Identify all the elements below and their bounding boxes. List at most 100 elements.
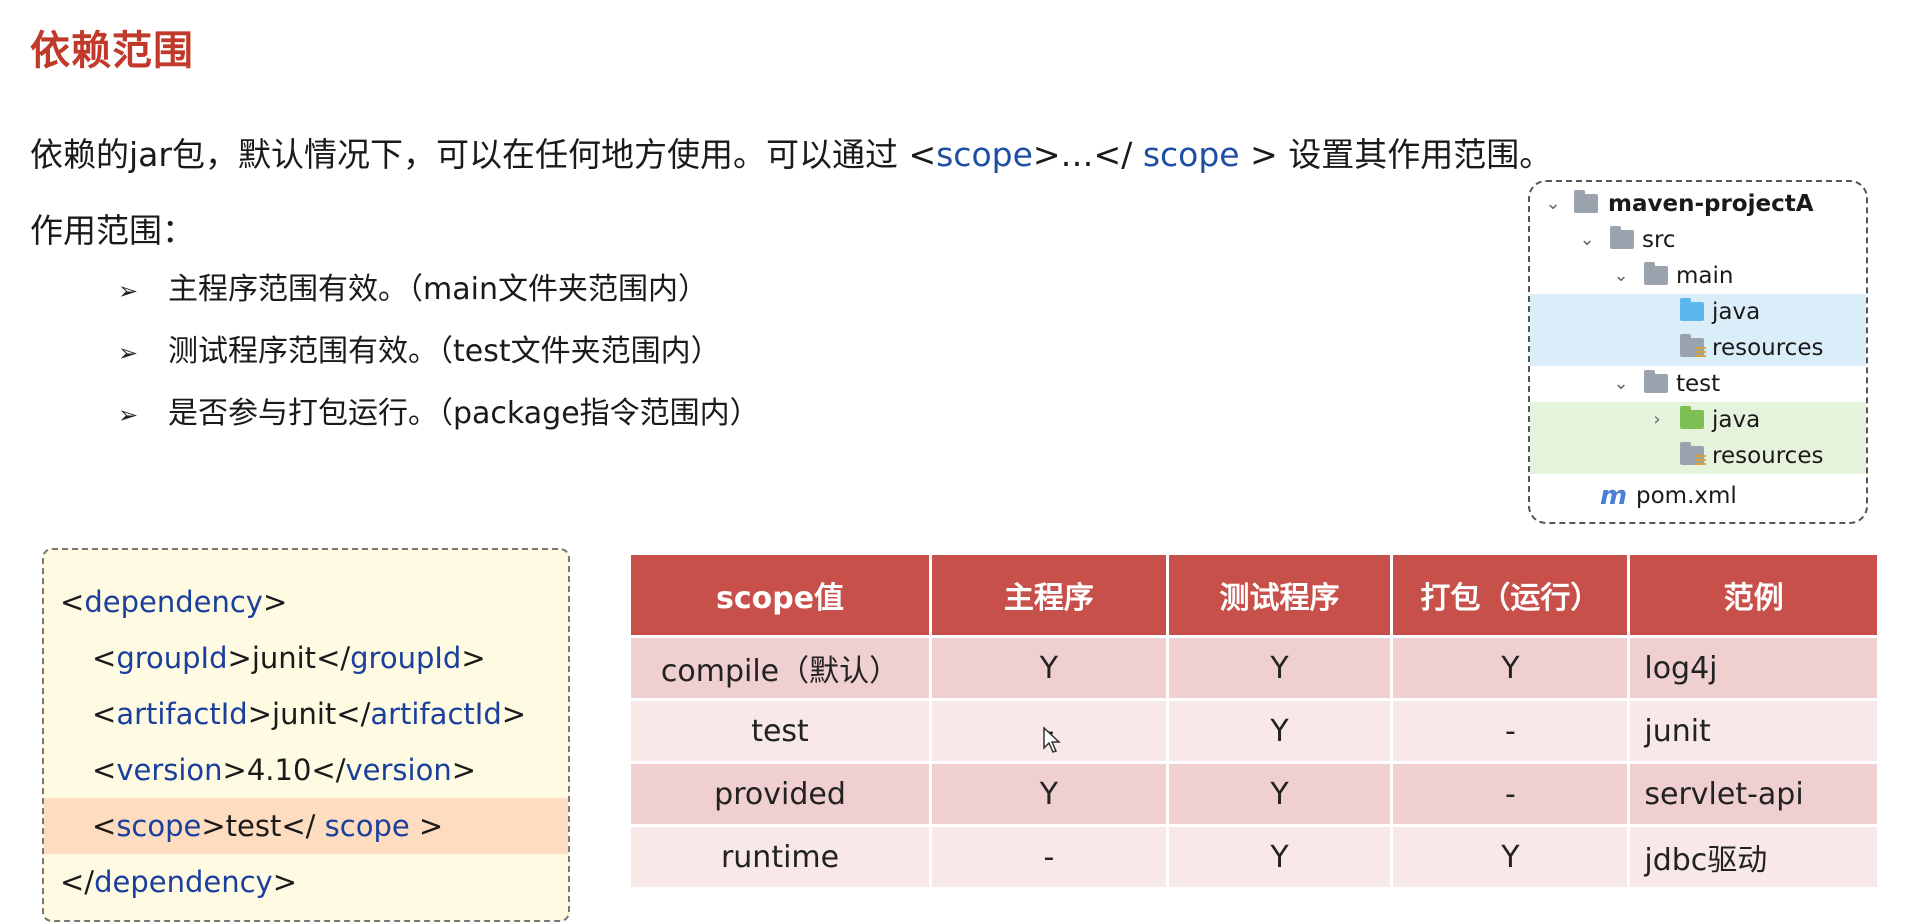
table-cell: Y [932,764,1166,824]
xml-tag: groupId [116,641,228,675]
scope-table: scope值 主程序 测试程序 打包（运行） 范例 compile（默认） Y … [628,552,1880,890]
mouse-cursor-icon [1043,726,1061,753]
intro-scope-keyword: scope [936,135,1033,174]
xml-tag: scope [324,809,410,843]
maven-icon: m [1600,481,1628,511]
table-cell: Y [1168,764,1391,824]
code-line: <groupId>junit</groupId> [92,641,486,675]
xml-value: 4.10 [246,753,312,787]
code-line: <artifactId>junit</artifactId> [92,697,527,731]
tree-label: maven-projectA [1608,191,1814,217]
bullet-text: 主程序范围有效。（main文件夹范围内） [168,272,708,307]
code-line: </dependency> [60,865,298,899]
tree-item-pom[interactable]: m pom.xml [1530,478,1866,514]
xml-tag: artifactId [116,697,248,731]
code-line: <version>4.10</version> [92,753,477,787]
xml-tag: scope [116,809,202,843]
xml-value: junit [251,641,317,675]
project-folder-icon [1574,190,1598,213]
table-cell: Y [1393,827,1628,887]
tree-label: test [1676,371,1721,397]
tree-label: pom.xml [1636,483,1737,509]
intro-suffix: > 设置其作用范围。 [1239,135,1553,174]
tree-item-test[interactable]: ⌄ test [1530,366,1866,402]
intro-prefix: 依赖的jar包，默认情况下，可以在任何地方使用。可以通过 < [30,135,937,174]
table-row: provided Y Y - servlet-api [631,764,1877,824]
bullet-item: ➢ 测试程序范围有效。（test文件夹范围内） [118,332,760,394]
table-row: runtime - Y Y jdbc驱动 [631,827,1877,887]
scope-bullet-list: ➢ 主程序范围有效。（main文件夹范围内） ➢ 测试程序范围有效。（test文件夹… [118,270,760,456]
table-cell: Y [1393,638,1628,698]
source-folder-icon [1680,298,1704,321]
table-row: test - Y - junit [631,701,1877,761]
xml-value: junit [272,697,337,731]
tree-label: java [1712,407,1761,433]
tree-label: main [1676,263,1734,289]
xml-tag: dependency [94,865,273,899]
table-cell: provided [631,764,930,824]
bullet-item: ➢ 主程序范围有效。（main文件夹范围内） [118,270,760,332]
bullet-text: 测试程序范围有效。（test文件夹范围内） [168,334,721,369]
xml-tag: dependency [84,585,263,619]
project-tree: ⌄ maven-projectA ⌄ src ⌄ main java resou… [1528,180,1868,524]
xml-tag: groupId [350,641,462,675]
table-cell: test [631,701,930,761]
folder-icon [1644,262,1668,285]
intro-text: 依赖的jar包，默认情况下，可以在任何地方使用。可以通过 <scope>…</ … [30,128,1552,176]
xml-tag: version [116,753,223,787]
resources-folder-icon [1680,334,1706,359]
table-cell: servlet-api [1630,764,1877,824]
bullet-text: 是否参与打包运行。（package指令范围内） [168,396,760,431]
tree-item-src[interactable]: ⌄ src [1530,222,1866,258]
table-cell: log4j [1630,638,1877,698]
table-row: compile（默认） Y Y Y log4j [631,638,1877,698]
table-cell: Y [1168,701,1391,761]
column-header: 测试程序 [1168,555,1391,635]
tree-label: src [1642,227,1676,253]
code-line-highlighted: <scope>test</ scope > [44,798,568,854]
tree-item-test-java[interactable]: › java [1530,402,1866,438]
tree-label: java [1712,299,1761,325]
table-cell: Y [1168,638,1391,698]
column-header: 主程序 [932,555,1166,635]
page-title: 依赖范围 [30,28,194,74]
table-cell: - [1393,764,1628,824]
table-header-row: scope值 主程序 测试程序 打包（运行） 范例 [631,555,1877,635]
table-cell: junit [1630,701,1877,761]
table-cell: Y [1168,827,1391,887]
tree-label: resources [1712,335,1824,361]
dependency-code-block: <dependency> <groupId>junit</groupId> <a… [42,548,570,922]
xml-tag: artifactId [370,697,502,731]
xml-tag: version [345,753,452,787]
arrow-bullet-icon: ➢ [118,339,139,367]
tree-item-project[interactable]: ⌄ maven-projectA [1530,186,1866,222]
folder-icon [1610,226,1634,249]
tree-item-main-java[interactable]: java [1530,294,1866,330]
intro-scope-keyword-close: scope [1142,135,1240,174]
chevron-down-icon[interactable]: ⌄ [1610,366,1632,402]
column-header: scope值 [631,555,930,635]
arrow-bullet-icon: ➢ [118,277,139,305]
tree-label: resources [1712,443,1824,469]
intro-middle: >…</ [1032,135,1143,174]
folder-icon [1644,370,1668,393]
tree-item-test-resources[interactable]: resources [1530,438,1866,474]
code-line: <dependency> [60,585,288,619]
scope-heading: 作用范围： [30,211,195,250]
table-cell: runtime [631,827,930,887]
column-header: 范例 [1630,555,1877,635]
table-cell: compile（默认） [631,638,930,698]
table-cell: - [932,827,1166,887]
tree-item-main[interactable]: ⌄ main [1530,258,1866,294]
chevron-down-icon[interactable]: ⌄ [1542,186,1564,222]
table-cell: jdbc驱动 [1630,827,1877,887]
table-cell: - [1393,701,1628,761]
chevron-down-icon[interactable]: ⌄ [1576,222,1598,258]
chevron-right-icon[interactable]: › [1646,402,1668,438]
test-source-folder-icon [1680,406,1704,429]
arrow-bullet-icon: ➢ [118,401,139,429]
xml-value: test [225,809,282,843]
tree-item-main-resources[interactable]: resources [1530,330,1866,366]
column-header: 打包（运行） [1393,555,1628,635]
chevron-down-icon[interactable]: ⌄ [1610,258,1632,294]
